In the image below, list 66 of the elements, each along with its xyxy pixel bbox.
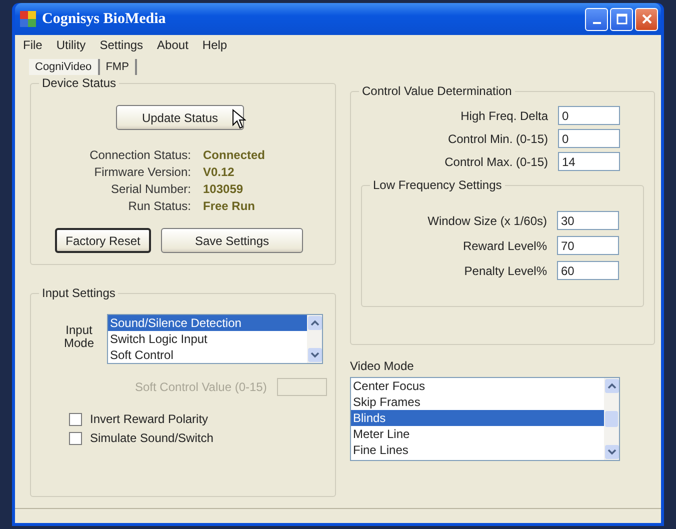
status-value: 103059 <box>203 182 244 197</box>
list-item[interactable]: Sound/Silence Detection <box>108 315 307 331</box>
status-label: Firmware Version: <box>93 165 191 180</box>
scroll-up-icon[interactable] <box>308 316 322 330</box>
list-box[interactable]: Sound/Silence Detection Switch Logic Input Soft Control <box>107 314 323 364</box>
status-label: Serial Number: <box>110 182 191 197</box>
list-item[interactable]: Skip Frames <box>351 394 604 410</box>
menu-item[interactable]: Help <box>202 38 228 52</box>
list-item[interactable]: Center Focus <box>351 378 604 394</box>
maximize-button[interactable] <box>610 8 633 30</box>
status-value: Free Run <box>203 199 256 214</box>
list-item[interactable]: Fine Lines <box>351 442 604 458</box>
scroll-bar[interactable] <box>604 378 619 460</box>
list-item[interactable]: Switch Logic Input <box>108 331 307 347</box>
group-title: Device Status <box>39 76 120 90</box>
scroll-thumb[interactable] <box>605 411 618 427</box>
input-field[interactable]: 0 <box>558 129 620 148</box>
close-icon <box>640 13 652 25</box>
scroll-down-icon[interactable] <box>308 348 322 362</box>
app-icon <box>20 11 36 27</box>
field-label: Control Max. (0-15) <box>444 154 548 168</box>
field-label: Penalty Level% <box>463 264 547 278</box>
group-title: Input Settings <box>39 286 118 300</box>
input-field[interactable]: 70 <box>557 236 619 255</box>
cursor-icon[interactable] <box>232 109 246 129</box>
checkbox-label: Simulate Sound/Switch <box>90 431 214 445</box>
menu-item[interactable]: About <box>157 38 188 52</box>
menu-item[interactable]: File <box>23 38 42 52</box>
group-title: Control Value Determination <box>359 84 515 98</box>
update-status-button[interactable]: Update Status <box>116 105 244 130</box>
video-mode-label: Video Mode <box>350 359 415 373</box>
list-box[interactable]: Center Focus Skip Frames Blinds Meter Line Fine Lines <box>350 377 620 461</box>
scroll-down-icon[interactable] <box>604 445 618 459</box>
field-label: Window Size (x 1/60s) <box>426 214 547 228</box>
input-field[interactable]: 0 <box>558 106 620 125</box>
maximize-icon <box>616 13 628 25</box>
input-field[interactable]: 30 <box>557 211 619 230</box>
minimize-button[interactable] <box>585 8 608 30</box>
action-button[interactable]: Factory Reset <box>55 228 151 253</box>
minimize-icon <box>592 22 600 24</box>
status-label: Connection Status: <box>88 148 191 163</box>
list-item[interactable]: Meter Line <box>351 426 604 442</box>
window-title: Cognisys BioMedia <box>42 10 166 28</box>
status-label: Run Status: <box>127 199 191 214</box>
scroll-bar[interactable] <box>307 315 322 363</box>
scroll-up-icon[interactable] <box>604 379 618 393</box>
list-item[interactable]: Soft Control <box>108 347 307 363</box>
status-value: Connected <box>203 148 266 163</box>
soft-control-label: Soft Control Value (0-15) <box>135 380 267 394</box>
checkbox[interactable] <box>69 432 82 444</box>
input-field[interactable]: 14 <box>558 152 620 171</box>
field-label: High Freq. Delta <box>460 108 548 122</box>
group-title: Low Frequency Settings <box>370 178 505 192</box>
close-button[interactable] <box>635 8 658 30</box>
field-label: Reward Level% <box>462 238 547 252</box>
menu-item[interactable]: Settings <box>100 38 144 52</box>
menu-item[interactable]: Utility <box>56 38 86 52</box>
status-value: V0.12 <box>203 165 236 180</box>
list-item[interactable]: Blinds <box>351 410 604 426</box>
action-button[interactable]: Save Settings <box>161 228 303 253</box>
checkbox-label: Invert Reward Polarity <box>90 412 208 426</box>
tab[interactable]: CogniVideo <box>29 59 100 75</box>
checkbox[interactable] <box>69 412 82 426</box>
field-label: Control Min. (0-15) <box>446 132 548 146</box>
input-field[interactable]: 60 <box>557 261 619 280</box>
input-mode-label: Input Mode <box>62 322 96 350</box>
